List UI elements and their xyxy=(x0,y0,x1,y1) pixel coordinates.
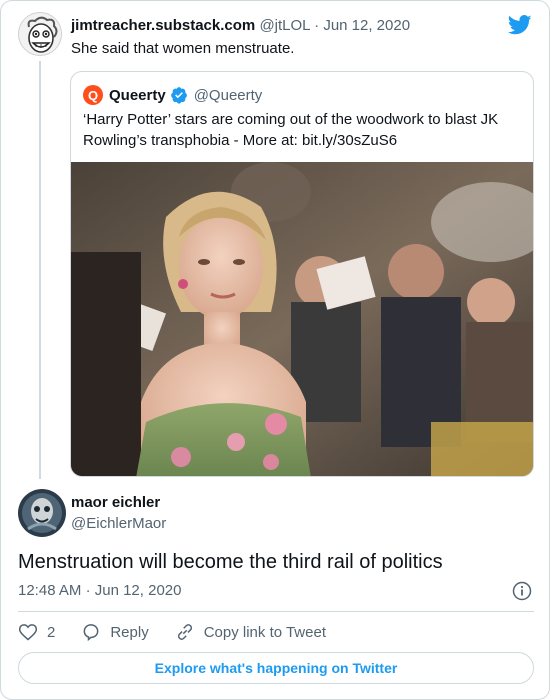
copy-link-button[interactable]: Copy link to Tweet xyxy=(175,622,326,642)
parent-date[interactable]: Jun 12, 2020 xyxy=(323,17,410,34)
quoted-display-name[interactable]: Queerty xyxy=(109,87,166,104)
quoted-tweet[interactable]: Q Queerty @Queerty ‘Harry Potter’ stars … xyxy=(70,71,534,477)
parent-tweet-text: She said that women menstruate. xyxy=(71,40,295,57)
copy-link-label: Copy link to Tweet xyxy=(203,623,326,641)
reply-date[interactable]: Jun 12, 2020 xyxy=(95,582,182,599)
parent-handle[interactable]: @jtLOL xyxy=(259,17,310,34)
reply-timestamp[interactable]: 12:48 AM · Jun 12, 2020 xyxy=(18,582,181,599)
divider xyxy=(18,611,534,612)
queerty-avatar[interactable]: Q xyxy=(83,85,103,105)
reply-handle[interactable]: @EichlerMaor xyxy=(71,515,166,532)
embedded-tweet-card: jimtreacher.substack.com @jtLOL · Jun 12… xyxy=(0,0,550,700)
verified-badge-icon xyxy=(170,87,187,104)
info-icon[interactable] xyxy=(512,581,532,601)
quoted-header: Q Queerty @Queerty xyxy=(83,84,262,106)
thread-connector-line xyxy=(39,61,41,479)
parent-avatar[interactable] xyxy=(18,12,62,56)
reply-separator: · xyxy=(85,582,91,599)
like-button[interactable]: 2 xyxy=(18,622,55,642)
twitter-bird-icon[interactable] xyxy=(508,15,532,35)
link-icon xyxy=(177,624,192,640)
parent-display-name[interactable]: jimtreacher.substack.com xyxy=(71,17,255,34)
like-count: 2 xyxy=(47,623,56,641)
quoted-handle[interactable]: @Queerty xyxy=(194,87,263,104)
reply-time[interactable]: 12:48 AM xyxy=(18,582,81,599)
parent-header: jimtreacher.substack.com @jtLOL · Jun 12… xyxy=(71,17,410,35)
queerty-logo-letter: Q xyxy=(87,87,99,103)
reply-avatar[interactable] xyxy=(18,489,66,537)
reply-bubble-icon xyxy=(83,624,99,642)
action-bar: 2 Reply Copy link to Tweet xyxy=(18,621,352,643)
quoted-tweet-text: ‘Harry Potter’ stars are coming out of t… xyxy=(83,111,499,149)
parent-separator: · xyxy=(314,17,320,34)
reply-button[interactable]: Reply xyxy=(81,622,149,642)
heart-icon xyxy=(18,624,38,641)
reply-label: Reply xyxy=(110,623,149,641)
reply-tweet-text: Menstruation will become the third rail … xyxy=(18,551,443,573)
quoted-photo[interactable] xyxy=(71,162,533,476)
reply-display-name[interactable]: maor eichler xyxy=(71,494,160,511)
explore-twitter-button[interactable]: Explore what's happening on Twitter xyxy=(18,652,534,684)
